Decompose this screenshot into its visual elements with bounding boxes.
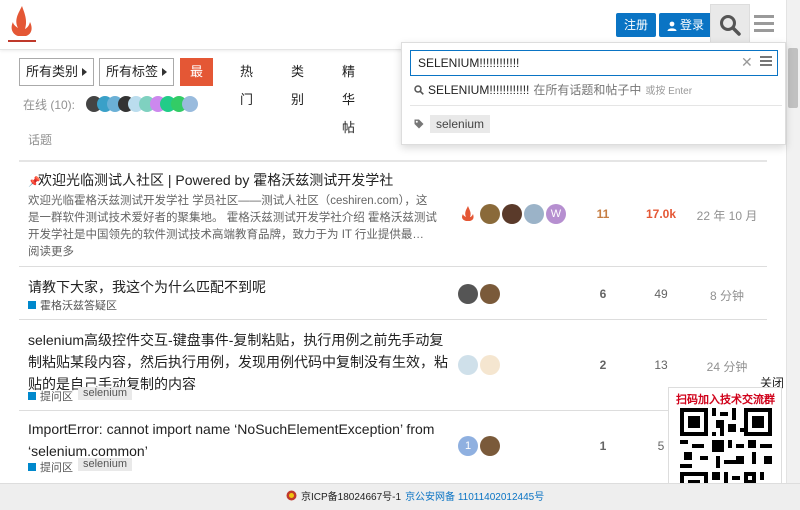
tag-suggestion[interactable]: selenium bbox=[414, 115, 491, 133]
police-record-link[interactable]: 京公安网备 11011402012445号 bbox=[405, 488, 544, 503]
avatar[interactable] bbox=[458, 355, 478, 375]
tag-dropdown[interactable]: 所有标签 bbox=[99, 58, 174, 86]
login-button[interactable]: 登录 bbox=[659, 13, 713, 37]
avatar[interactable]: 1 bbox=[458, 436, 478, 456]
divider bbox=[19, 266, 767, 267]
suggest-term: SELENIUM!!!!!!!!!!!! bbox=[428, 82, 530, 97]
avatar[interactable] bbox=[458, 204, 478, 224]
search-options-icon[interactable] bbox=[760, 56, 772, 66]
category-badge[interactable]: 提问区 bbox=[28, 459, 73, 475]
nav-latest[interactable]: 最新 bbox=[180, 58, 214, 107]
clear-icon[interactable]: ✕ bbox=[741, 54, 753, 71]
view-count: 49 bbox=[654, 287, 668, 301]
hamburger-menu-button[interactable] bbox=[752, 12, 776, 36]
divider bbox=[19, 319, 767, 320]
category-badge[interactable]: 霍格沃兹答疑区 bbox=[28, 297, 117, 313]
site-logo[interactable] bbox=[6, 4, 38, 46]
avatar[interactable] bbox=[480, 284, 500, 304]
category-dropdown[interactable]: 所有类别 bbox=[19, 58, 94, 86]
topic-title[interactable]: selenium高级控件交互-键盘事件-复制粘贴，执行用例之前先手动复制粘贴某段… bbox=[28, 329, 453, 395]
suggest-hint: 或按 Enter bbox=[645, 86, 693, 97]
police-badge-icon bbox=[286, 490, 297, 501]
activity-time[interactable]: 22 年 10 月 bbox=[692, 207, 762, 224]
caret-right-icon bbox=[162, 68, 167, 76]
excerpt-text: 欢迎光临霍格沃兹测试开发学社 学员社区——测试人社区（ceshiren.com）… bbox=[28, 195, 437, 241]
category-dropdown-label: 所有类别 bbox=[26, 64, 79, 79]
category-name: 提问区 bbox=[40, 391, 73, 403]
category-color-swatch bbox=[28, 392, 36, 400]
avatar[interactable] bbox=[480, 355, 500, 375]
tag-icon bbox=[414, 119, 424, 129]
nav-top[interactable]: 热门 bbox=[230, 58, 263, 107]
footer-info: 京ICP备18024667号-1 京公安网备 11011402012445号 bbox=[286, 488, 544, 503]
avatar[interactable] bbox=[502, 204, 522, 224]
caret-right-icon bbox=[82, 68, 87, 76]
nav-featured[interactable]: 精华帖 bbox=[332, 58, 365, 135]
reply-count: 11 bbox=[596, 207, 610, 221]
topic-tag[interactable]: selenium bbox=[78, 458, 133, 471]
reply-count: 1 bbox=[599, 439, 607, 453]
avatar[interactable] bbox=[458, 284, 478, 304]
topic-column-header: 话题 bbox=[28, 133, 53, 147]
view-count: 13 bbox=[654, 358, 668, 372]
search-toggle-button[interactable] bbox=[710, 4, 750, 45]
activity-time[interactable]: 24 分钟 bbox=[692, 358, 762, 375]
avatar[interactable] bbox=[524, 204, 544, 224]
topic-title[interactable]: 📌欢迎光临测试人社区 | Powered by 霍格沃兹测试开发学社 bbox=[28, 169, 453, 194]
divider bbox=[19, 160, 767, 162]
topic-tag[interactable]: selenium bbox=[78, 387, 133, 400]
search-suggestion[interactable]: SELENIUM!!!!!!!!!!!! 在所有话题和帖子中 或按 Enter bbox=[414, 81, 692, 98]
search-icon bbox=[720, 15, 741, 36]
reply-count: 6 bbox=[599, 287, 607, 301]
icp-number[interactable]: 京ICP备18024667号-1 bbox=[301, 488, 401, 503]
avatar[interactable] bbox=[480, 436, 500, 456]
nav-categories[interactable]: 类别 bbox=[281, 58, 314, 107]
search-panel: ✕ SELENIUM!!!!!!!!!!!! 在所有话题和帖子中 或按 Ente… bbox=[401, 42, 786, 145]
online-label: 在线 (10): bbox=[23, 98, 76, 112]
divider bbox=[410, 105, 782, 106]
search-input[interactable] bbox=[410, 50, 778, 76]
search-icon bbox=[414, 84, 424, 95]
register-button[interactable]: 注册 bbox=[616, 13, 657, 37]
topic-excerpt: 欢迎光临霍格沃兹测试开发学社 学员社区——测试人社区（ceshiren.com）… bbox=[28, 193, 438, 261]
divider bbox=[19, 410, 767, 411]
pin-icon: 📌 bbox=[28, 177, 41, 188]
category-name: 提问区 bbox=[40, 462, 73, 474]
topic-title[interactable]: ImportError: cannot import name ‘NoSuchE… bbox=[28, 418, 438, 462]
qr-title: 扫码加入技术交流群 bbox=[676, 394, 775, 406]
reply-count: 2 bbox=[599, 358, 607, 372]
topic-title-text[interactable]: 欢迎光临测试人社区 | Powered by 霍格沃兹测试开发学社 bbox=[38, 172, 393, 188]
tag-dropdown-label: 所有标签 bbox=[106, 64, 159, 79]
category-color-swatch bbox=[28, 463, 36, 471]
avatar[interactable]: W bbox=[546, 204, 566, 224]
category-color-swatch bbox=[28, 301, 36, 309]
category-badge[interactable]: 提问区 bbox=[28, 388, 73, 404]
topic-title[interactable]: 请教下大家，我这个为什么匹配不到呢 bbox=[28, 276, 453, 298]
avatar[interactable] bbox=[480, 204, 500, 224]
page: 注册 登录 所有类别 所有标签 最新 热门 类别 精华帖 bbox=[0, 0, 800, 510]
login-label: 登录 bbox=[680, 18, 705, 32]
tag-suggestion-label: selenium bbox=[430, 115, 491, 133]
user-icon bbox=[667, 21, 677, 31]
category-name: 霍格沃兹答疑区 bbox=[40, 300, 117, 312]
view-count: 17.0k bbox=[645, 207, 677, 221]
avatar[interactable] bbox=[182, 96, 198, 112]
scrollbar-thumb[interactable] bbox=[788, 48, 798, 108]
read-more-link[interactable]: 阅读更多 bbox=[28, 246, 74, 258]
activity-time[interactable]: 8 分钟 bbox=[692, 287, 762, 304]
suggest-scope: 在所有话题和帖子中 bbox=[533, 83, 642, 97]
